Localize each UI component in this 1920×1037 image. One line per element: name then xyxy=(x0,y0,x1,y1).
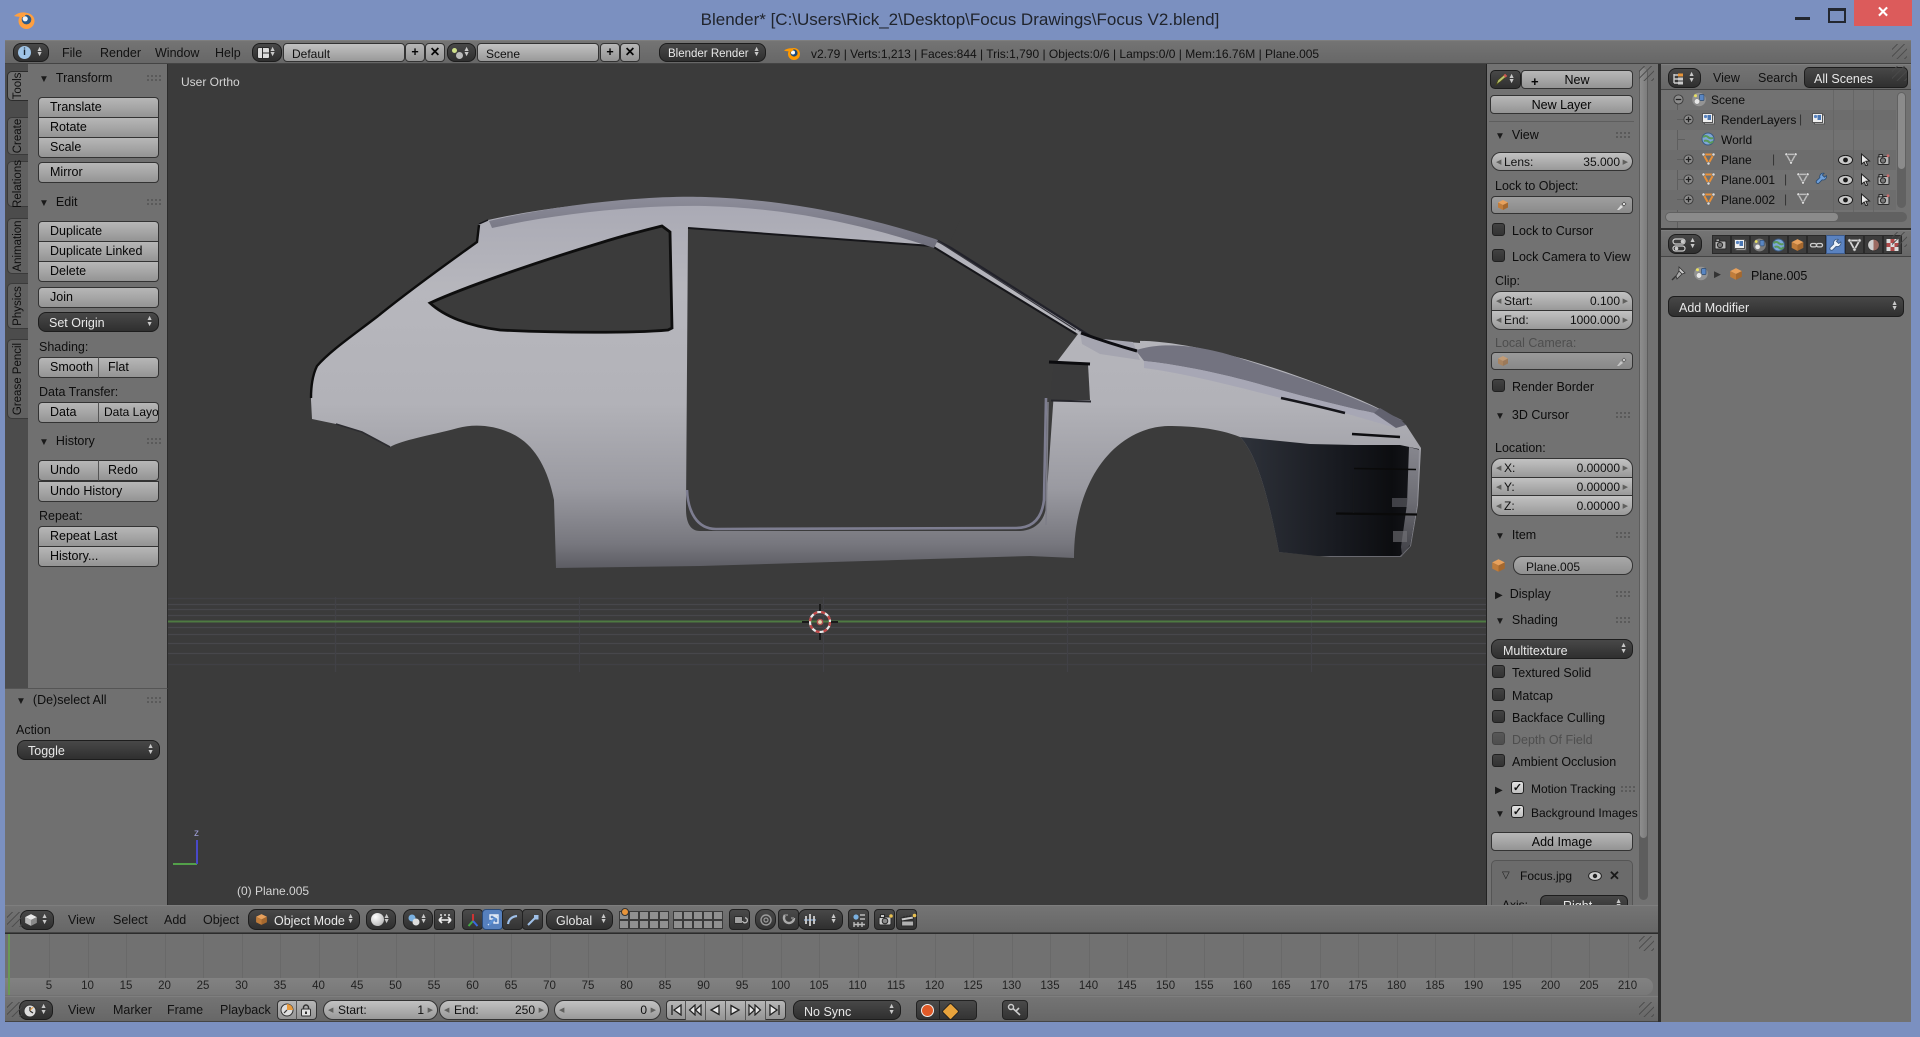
svg-text:z: z xyxy=(194,828,199,839)
svg-text:User Ortho: User Ortho xyxy=(181,75,240,89)
svg-text:(0) Plane.005: (0) Plane.005 xyxy=(237,884,309,898)
